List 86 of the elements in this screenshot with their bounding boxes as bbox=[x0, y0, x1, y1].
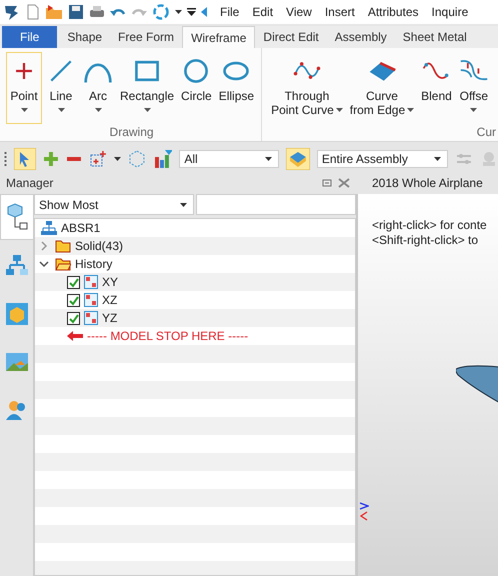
ribbon-tab[interactable]: Sheet Metal bbox=[394, 26, 475, 48]
pick-cursor-icon[interactable] bbox=[14, 148, 36, 170]
group-label: Drawing bbox=[110, 125, 154, 139]
restore-icon[interactable] bbox=[322, 178, 332, 188]
group-label: Cur bbox=[476, 125, 496, 139]
scope-dropdown[interactable]: Entire Assembly bbox=[316, 150, 448, 168]
menu-item[interactable]: View bbox=[286, 5, 312, 19]
grip-icon bbox=[4, 151, 7, 167]
ribbon-tool-button[interactable]: Through Point Curve bbox=[268, 52, 346, 124]
caret-icon[interactable] bbox=[114, 157, 121, 161]
new-file-icon[interactable] bbox=[26, 4, 40, 20]
printer-icon[interactable] bbox=[89, 4, 105, 20]
ribbon-tool-button[interactable]: Line bbox=[43, 52, 79, 124]
box-select-icon[interactable] bbox=[88, 150, 107, 168]
hint-text: <right-click> for conte bbox=[372, 218, 488, 233]
caret-icon bbox=[94, 108, 102, 112]
tree-item-label[interactable]: ABSR1 bbox=[61, 221, 100, 235]
customize-icon[interactable] bbox=[187, 8, 196, 16]
ribbon-tab[interactable]: Shape bbox=[59, 26, 110, 48]
folder-icon bbox=[55, 239, 71, 253]
ribbon-tool-button[interactable]: Circle bbox=[178, 52, 215, 124]
lasso-icon[interactable] bbox=[128, 150, 146, 168]
assembly-scope-icon[interactable] bbox=[286, 148, 310, 170]
panel-title: Manager bbox=[6, 176, 54, 190]
menu-item[interactable]: File bbox=[220, 5, 240, 19]
close-icon[interactable] bbox=[338, 178, 350, 188]
ribbon-tool-button[interactable]: Arc bbox=[80, 52, 116, 124]
caret-icon bbox=[407, 108, 414, 112]
caret-icon bbox=[58, 108, 64, 112]
plane-icon bbox=[84, 293, 98, 307]
refresh-icon[interactable] bbox=[152, 3, 170, 21]
plane-icon bbox=[84, 311, 98, 325]
wing-drawing bbox=[456, 365, 498, 405]
caret-icon bbox=[144, 108, 151, 112]
document-tab[interactable]: 2018 Whole Airplane bbox=[356, 172, 498, 194]
ribbon-tool-button[interactable]: Point bbox=[6, 52, 42, 124]
filter-dropdown[interactable]: All bbox=[179, 150, 279, 168]
search-field[interactable] bbox=[196, 194, 356, 215]
tree-item-label[interactable]: YZ bbox=[102, 311, 118, 325]
caret-icon bbox=[264, 157, 272, 161]
ribbon-tab[interactable]: Assembly bbox=[326, 26, 395, 48]
caret-icon bbox=[470, 108, 478, 112]
checkbox[interactable] bbox=[67, 276, 80, 288]
hierarchy-icon bbox=[41, 221, 57, 235]
folder-icon bbox=[55, 257, 71, 271]
menu-item[interactable]: Edit bbox=[252, 5, 274, 19]
ribbon-tool-button[interactable]: Rectangle bbox=[117, 52, 178, 124]
plane-icon bbox=[84, 275, 98, 289]
add-icon[interactable] bbox=[42, 151, 59, 167]
ribbon-tool-button[interactable]: Ellipse bbox=[216, 52, 258, 124]
landscape-icon bbox=[4, 350, 28, 374]
caret-icon bbox=[20, 108, 28, 112]
tree-item-label[interactable]: XY bbox=[102, 275, 118, 289]
hint-text: <Shift-right-click> to bbox=[372, 233, 480, 248]
ribbon-tool-button[interactable]: Offse bbox=[456, 52, 492, 124]
tree-item-label[interactable]: XZ bbox=[102, 293, 118, 307]
menu-item[interactable]: Inquire bbox=[432, 5, 468, 19]
menu-item[interactable]: Insert bbox=[324, 5, 355, 19]
ribbon-tool-button[interactable]: Blend bbox=[418, 52, 455, 124]
tree-item-label[interactable]: History bbox=[75, 257, 112, 271]
side-tab[interactable] bbox=[0, 194, 33, 240]
save-icon[interactable] bbox=[68, 4, 84, 20]
ribbon-tab[interactable]: Free Form bbox=[110, 26, 182, 48]
open-folder-icon[interactable] bbox=[45, 4, 63, 20]
axis-triad-icon bbox=[359, 502, 369, 522]
caret-icon bbox=[180, 202, 187, 206]
scroll-left-icon[interactable] bbox=[201, 7, 207, 17]
checkbox[interactable] bbox=[67, 294, 80, 306]
ribbon-tab[interactable]: Direct Edit bbox=[255, 26, 327, 48]
display-filter-dropdown[interactable]: Show Most bbox=[34, 194, 194, 215]
caret-icon[interactable] bbox=[175, 10, 182, 14]
tree-node-icon bbox=[5, 203, 29, 231]
hierarchy-icon bbox=[4, 254, 28, 278]
checkbox[interactable] bbox=[67, 312, 80, 324]
ribbon-tab[interactable]: File bbox=[2, 26, 58, 48]
ribbon-tab[interactable]: Wireframe bbox=[182, 26, 256, 48]
tree-item-label[interactable]: Solid(43) bbox=[75, 239, 124, 253]
caret-icon bbox=[336, 108, 343, 112]
ribbon-tool-button[interactable]: Curve from Edge bbox=[346, 52, 418, 124]
caret-icon bbox=[434, 157, 442, 161]
tree-item-label[interactable]: ----- MODEL STOP HERE ----- bbox=[87, 329, 248, 343]
filter-icon[interactable] bbox=[152, 149, 172, 169]
cube-icon bbox=[4, 302, 28, 326]
arrow-left-icon bbox=[67, 331, 83, 341]
menu-item[interactable]: Attributes bbox=[368, 5, 419, 19]
expander-icon[interactable] bbox=[37, 259, 51, 269]
